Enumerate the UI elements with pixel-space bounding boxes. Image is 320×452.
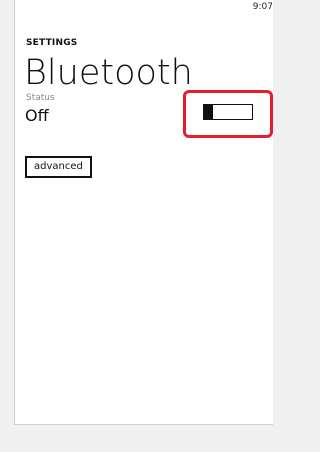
toggle-thumb[interactable] <box>204 104 213 120</box>
advanced-button[interactable]: advanced <box>25 156 92 178</box>
status-label: Status <box>26 93 55 103</box>
status-value: Off <box>25 106 49 125</box>
status-bar-clock: 9:07 <box>252 2 273 12</box>
page-title: Bluetooth <box>24 53 193 93</box>
bluetooth-toggle-switch[interactable] <box>203 104 253 120</box>
phone-screen: 9:07 SETTINGS Bluetooth Status Off advan… <box>14 0 273 425</box>
section-label: SETTINGS <box>26 38 78 48</box>
